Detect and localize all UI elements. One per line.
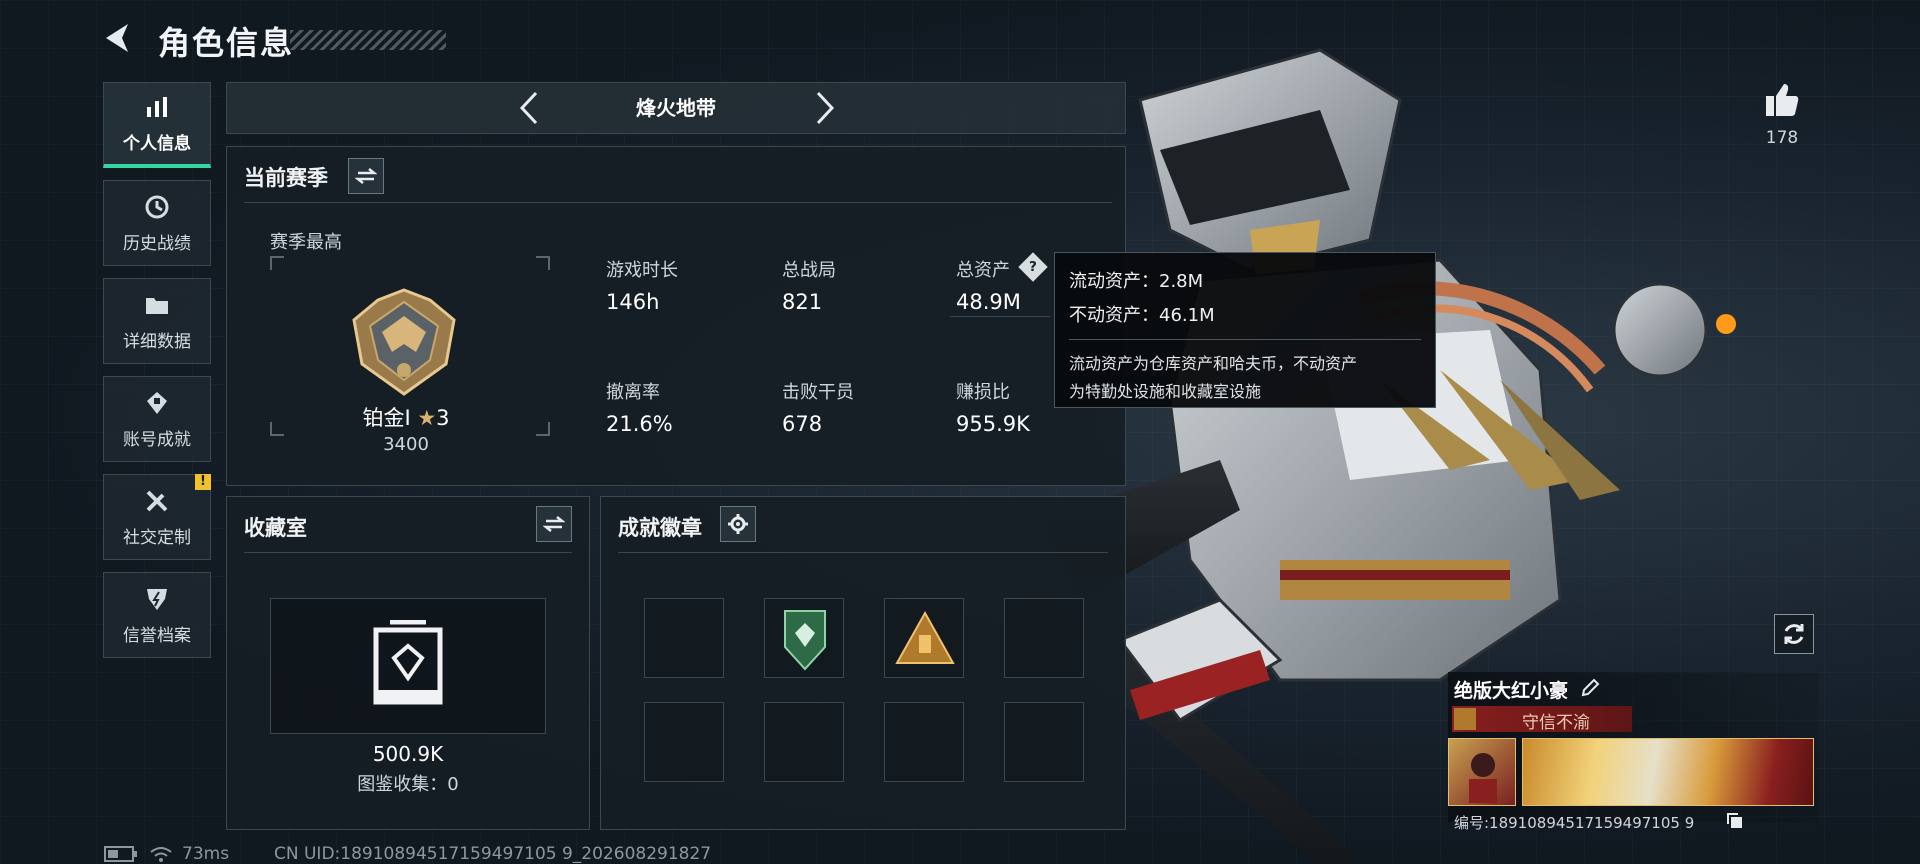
sidebar-item-label: 账号成就	[123, 429, 191, 450]
star-icon: ★	[417, 406, 437, 430]
gear-icon	[728, 514, 748, 534]
stat-value-kills: 678	[782, 412, 823, 436]
stat-label-profit-ratio: 赚损比	[956, 382, 1010, 403]
achievements-title: 成就徽章	[618, 516, 702, 540]
tooltip-fixed-assets: 不动资产：46.1M	[1069, 305, 1215, 326]
battery-icon	[104, 846, 137, 862]
rank-stars: 3	[436, 406, 450, 430]
season-title: 当前赛季	[244, 166, 328, 190]
tooltip-liquid-assets: 流动资产：2.8M	[1069, 271, 1204, 292]
sidebar-item-label: 个人信息	[123, 134, 191, 154]
sidebar-item-achievements[interactable]: 账号成就	[103, 376, 211, 462]
gold-triangle-badge-icon	[895, 610, 955, 664]
bar-chart-icon	[147, 97, 167, 117]
collection-switch-button[interactable]	[536, 506, 572, 542]
collection-value: 500.9K	[372, 742, 444, 766]
badge-slot[interactable]	[884, 598, 964, 678]
like-count: 178	[1765, 128, 1799, 148]
stat-value-extraction-rate: 21.6%	[606, 412, 673, 436]
credit-shield-icon	[147, 588, 167, 610]
rank-score: 3400	[383, 434, 429, 455]
achievements-settings-button[interactable]	[720, 506, 756, 542]
tooltip-desc-line1: 流动资产为仓库资产和哈夫币，不动资产	[1069, 354, 1358, 373]
stat-value-profit-ratio: 955.9K	[956, 412, 1030, 436]
copy-icon[interactable]	[1726, 812, 1744, 830]
history-icon	[145, 195, 169, 218]
divider	[950, 316, 1050, 317]
refresh-icon	[1784, 624, 1804, 644]
assets-tooltip: 流动资产：2.8M 不动资产：46.1M 流动资产为仓库资产和哈夫币，不动资产 …	[1054, 252, 1436, 408]
collection-catalog: 图鉴收集：0	[357, 774, 459, 795]
avatar-figure-icon	[1469, 753, 1497, 803]
badge-slot[interactable]	[764, 598, 844, 678]
player-banner-card[interactable]	[1522, 738, 1814, 806]
green-shield-badge-icon	[784, 610, 826, 671]
rank-line: 铂金Ⅰ ★3	[350, 402, 462, 432]
ping-readout: 73ms	[182, 844, 230, 864]
display-case-icon	[373, 620, 443, 705]
tooltip-divider	[1069, 339, 1421, 340]
mode-title: 烽火地带	[636, 96, 716, 120]
badge-slot[interactable]	[644, 702, 724, 782]
folder-icon	[146, 297, 168, 314]
sidebar-item-history[interactable]: 历史战绩	[103, 180, 211, 266]
swap-icon	[543, 516, 565, 532]
collection-title: 收藏室	[244, 516, 307, 540]
swap-icon	[355, 168, 377, 184]
player-avatar[interactable]	[1448, 738, 1516, 806]
badge-slot[interactable]	[644, 598, 724, 678]
badge-slot[interactable]	[1004, 702, 1084, 782]
sidebar-item-social[interactable]: 社交定制 !	[103, 474, 211, 560]
refresh-button[interactable]	[1774, 614, 1814, 654]
player-name: 绝版大红小豪	[1454, 680, 1569, 702]
player-title: 守信不渝	[1522, 713, 1590, 733]
edit-pencil-icon[interactable]	[1580, 678, 1600, 698]
sidebar-item-label: 社交定制	[123, 527, 191, 548]
title-decoration	[290, 30, 446, 50]
stat-label-total-matches: 总战局	[782, 260, 836, 281]
wifi-icon	[150, 847, 172, 862]
rank-name: 铂金Ⅰ	[362, 406, 411, 430]
title-emblem-icon	[1454, 708, 1476, 730]
platinum-rank-emblem-icon	[352, 288, 456, 396]
thumbs-up-icon[interactable]	[1762, 80, 1802, 120]
divider	[244, 552, 572, 553]
tooltip-desc-line2: 为特勤处设施和收藏室设施	[1069, 382, 1262, 401]
sidebar-item-credit[interactable]: 信誉档案	[103, 572, 211, 658]
sidebar-item-personal-info[interactable]: 个人信息	[103, 82, 211, 168]
sidebar-item-label: 详细数据	[123, 331, 191, 352]
back-arrow-icon[interactable]	[100, 20, 136, 56]
tools-icon	[146, 490, 168, 511]
divider	[244, 202, 1112, 203]
sidebar-item-label: 历史战绩	[123, 233, 191, 254]
sidebar-item-detailed-data[interactable]: 详细数据	[103, 278, 211, 364]
player-id: 编号:18910894517159497105 9	[1454, 814, 1695, 832]
stat-label-playtime: 游戏时长	[606, 260, 678, 281]
stat-label-extraction-rate: 撤离率	[606, 382, 660, 403]
badge-slot[interactable]	[884, 702, 964, 782]
stat-label-total-assets: 总资产	[956, 260, 1010, 281]
stat-value-playtime: 146h	[606, 290, 660, 314]
divider	[618, 552, 1108, 553]
badge-slot[interactable]	[764, 702, 844, 782]
warning-badge: !	[195, 474, 211, 490]
stat-value-total-matches: 821	[782, 290, 823, 314]
badge-slot[interactable]	[1004, 598, 1084, 678]
season-switch-button[interactable]	[348, 158, 384, 194]
uid-readout: CN UID:18910894517159497105 9_2026082918…	[274, 844, 712, 864]
achievement-icon	[147, 391, 167, 414]
season-best-label: 赛季最高	[270, 232, 342, 253]
page-title: 角色信息	[158, 24, 295, 62]
sidebar-item-label: 信誉档案	[123, 625, 191, 646]
chevron-right-icon[interactable]	[810, 90, 840, 126]
stat-label-kills: 击败干员	[782, 382, 854, 403]
stat-value-total-assets: 48.9M	[956, 290, 1021, 314]
